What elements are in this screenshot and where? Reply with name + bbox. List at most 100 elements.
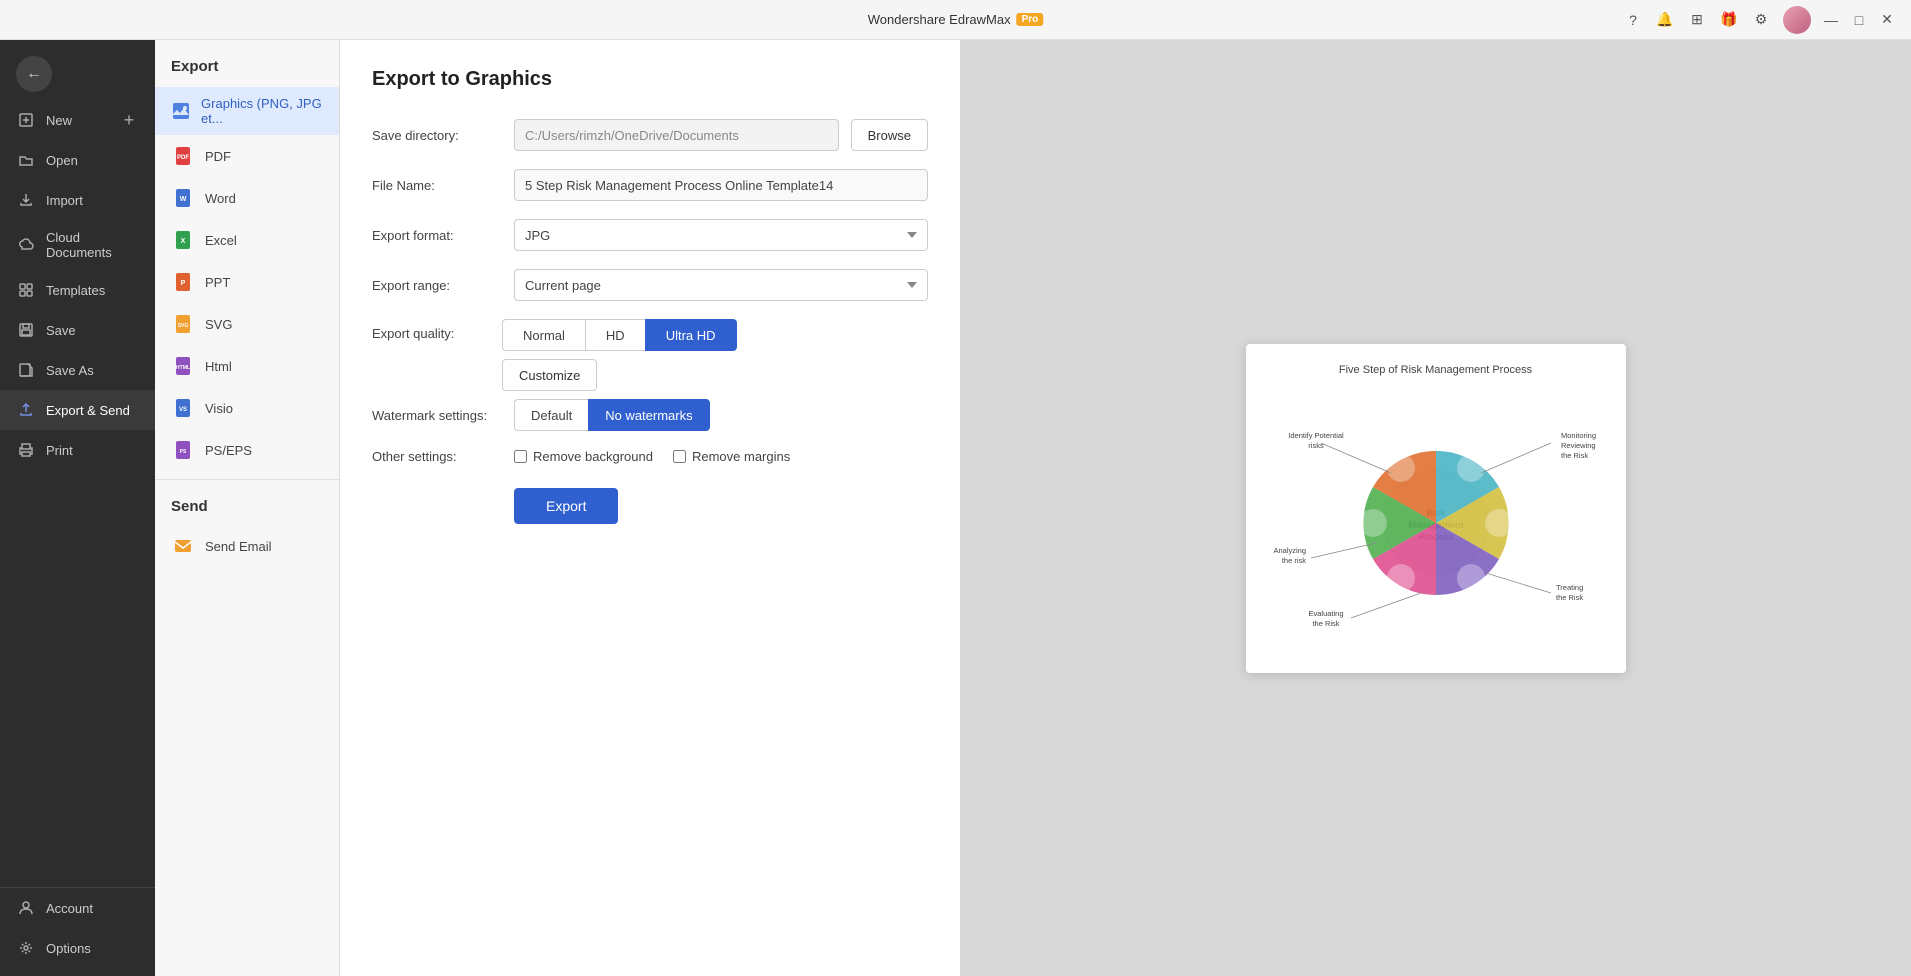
- maximize-button[interactable]: □: [1851, 12, 1867, 28]
- new-add-icon[interactable]: +: [119, 110, 139, 130]
- svg-text:Treating: Treating: [1556, 583, 1583, 592]
- svg-text:the Risk: the Risk: [1556, 593, 1583, 602]
- form-title: Export to Graphics: [372, 68, 928, 91]
- save-directory-input[interactable]: [514, 119, 839, 151]
- avatar[interactable]: [1783, 6, 1811, 34]
- titlebar: Wondershare EdrawMax Pro ? 🔔 ⊞ 🎁 ⚙ — □ ✕: [0, 0, 1911, 40]
- visio-icon: VS: [171, 396, 195, 420]
- bell-icon[interactable]: 🔔: [1655, 10, 1675, 30]
- export-item-send-email[interactable]: Send Email: [155, 525, 339, 567]
- diagram-svg: Risk Management Process: [1266, 388, 1606, 648]
- quality-normal-button[interactable]: Normal: [502, 319, 585, 351]
- sidebar-item-open[interactable]: Open: [0, 140, 155, 180]
- sidebar-item-import-label: Import: [46, 193, 83, 208]
- export-button[interactable]: Export: [514, 488, 618, 524]
- export-icon: [16, 400, 36, 420]
- sidebar-item-save[interactable]: Save: [0, 310, 155, 350]
- export-panel: Export Graphics (PNG, JPG et... PDF PDF …: [155, 40, 340, 976]
- sidebar-item-new[interactable]: New +: [0, 100, 155, 140]
- customize-button[interactable]: Customize: [502, 359, 597, 391]
- export-item-pseps-label: PS/EPS: [205, 443, 252, 458]
- watermark-no-button[interactable]: No watermarks: [588, 399, 709, 431]
- quality-btn-row: Normal HD Ultra HD: [502, 319, 737, 351]
- sidebar-item-cloud-label: Cloud Documents: [46, 230, 139, 260]
- svg-text:W: W: [180, 196, 187, 203]
- sidebar-item-export[interactable]: Export & Send: [0, 390, 155, 430]
- cloud-icon: [16, 235, 36, 255]
- export-item-svg-label: SVG: [205, 317, 232, 332]
- export-format-row: Export format: JPG PNG BMP GIF TIFF: [372, 219, 928, 251]
- minimize-button[interactable]: —: [1823, 12, 1839, 28]
- svg-icon: SVG: [171, 312, 195, 336]
- export-item-visio[interactable]: VS Visio: [155, 387, 339, 429]
- export-range-select[interactable]: Current page All pages Selected shapes: [514, 269, 928, 301]
- remove-background-checkbox[interactable]: Remove background: [514, 449, 653, 464]
- export-item-ppt[interactable]: P PPT: [155, 261, 339, 303]
- svg-text:Evaluating: Evaluating: [1308, 609, 1343, 618]
- sidebar: ← New + Open Import Cloud Documents: [0, 40, 155, 976]
- file-name-label: File Name:: [372, 178, 502, 193]
- export-form: Export to Graphics Save directory: Brows…: [340, 40, 960, 976]
- svg-text:P: P: [181, 280, 186, 287]
- help-icon[interactable]: ?: [1623, 10, 1643, 30]
- export-item-word[interactable]: W Word: [155, 177, 339, 219]
- quality-ultra-hd-button[interactable]: Ultra HD: [645, 319, 737, 351]
- remove-background-input[interactable]: [514, 450, 527, 463]
- pdf-icon: PDF: [171, 144, 195, 168]
- export-item-html[interactable]: HTML Html: [155, 345, 339, 387]
- sidebar-item-export-label: Export & Send: [46, 403, 130, 418]
- import-icon: [16, 190, 36, 210]
- browse-button[interactable]: Browse: [851, 119, 928, 151]
- titlebar-right: ? 🔔 ⊞ 🎁 ⚙ — □ ✕: [1623, 6, 1895, 34]
- preview-card: Five Step of Risk Management Process Ris…: [1246, 344, 1626, 673]
- export-item-ppt-label: PPT: [205, 275, 230, 290]
- sidebar-item-cloud[interactable]: Cloud Documents: [0, 220, 155, 270]
- sidebar-item-templates[interactable]: Templates: [0, 270, 155, 310]
- export-item-graphics[interactable]: Graphics (PNG, JPG et...: [155, 87, 339, 135]
- sidebar-item-import[interactable]: Import: [0, 180, 155, 220]
- svg-text:HTML: HTML: [176, 365, 190, 371]
- svg-text:Reviewing: Reviewing: [1561, 441, 1596, 450]
- sidebar-item-account[interactable]: Account: [0, 888, 155, 928]
- preview-title: Five Step of Risk Management Process: [1266, 364, 1606, 376]
- svg-text:PDF: PDF: [177, 155, 189, 161]
- svg-text:PS: PS: [180, 449, 187, 455]
- export-item-pseps[interactable]: PS PS/EPS: [155, 429, 339, 471]
- export-item-svg[interactable]: SVG SVG: [155, 303, 339, 345]
- svg-text:the risk: the risk: [1281, 556, 1305, 565]
- close-button[interactable]: ✕: [1879, 12, 1895, 28]
- remove-margins-label: Remove margins: [692, 449, 790, 464]
- svg-text:the Risk: the Risk: [1561, 451, 1588, 460]
- remove-margins-input[interactable]: [673, 450, 686, 463]
- main-content: Export to Graphics Save directory: Brows…: [340, 40, 1911, 976]
- templates-icon: [16, 280, 36, 300]
- settings-icon[interactable]: ⚙: [1751, 10, 1771, 30]
- graphics-icon: [171, 99, 191, 123]
- svg-text:Monitoring: Monitoring: [1561, 431, 1596, 440]
- svg-text:risks: risks: [1308, 441, 1324, 450]
- pseps-icon: PS: [171, 438, 195, 462]
- export-item-excel-label: Excel: [205, 233, 237, 248]
- grid-icon[interactable]: ⊞: [1687, 10, 1707, 30]
- export-item-pdf[interactable]: PDF PDF: [155, 135, 339, 177]
- remove-margins-checkbox[interactable]: Remove margins: [673, 449, 790, 464]
- remove-background-label: Remove background: [533, 449, 653, 464]
- export-format-select[interactable]: JPG PNG BMP GIF TIFF: [514, 219, 928, 251]
- quality-buttons-group: Normal HD Ultra HD Customize: [502, 319, 737, 391]
- export-item-excel[interactable]: X Excel: [155, 219, 339, 261]
- sidebar-item-print[interactable]: Print: [0, 430, 155, 470]
- back-button[interactable]: ←: [16, 56, 52, 92]
- export-item-word-label: Word: [205, 191, 236, 206]
- sidebar-item-options[interactable]: Options: [0, 928, 155, 968]
- quality-hd-button[interactable]: HD: [585, 319, 645, 351]
- export-item-visio-label: Visio: [205, 401, 233, 416]
- sidebar-item-save-as[interactable]: Save As: [0, 350, 155, 390]
- pro-badge: Pro: [1017, 13, 1044, 26]
- checkbox-group: Remove background Remove margins: [514, 449, 790, 464]
- export-quality-row: Export quality: Normal HD Ultra HD Custo…: [372, 319, 928, 391]
- file-name-input[interactable]: [514, 169, 928, 201]
- send-email-icon: [171, 534, 195, 558]
- watermark-default-button[interactable]: Default: [514, 399, 588, 431]
- gift-icon[interactable]: 🎁: [1719, 10, 1739, 30]
- account-icon: [16, 898, 36, 918]
